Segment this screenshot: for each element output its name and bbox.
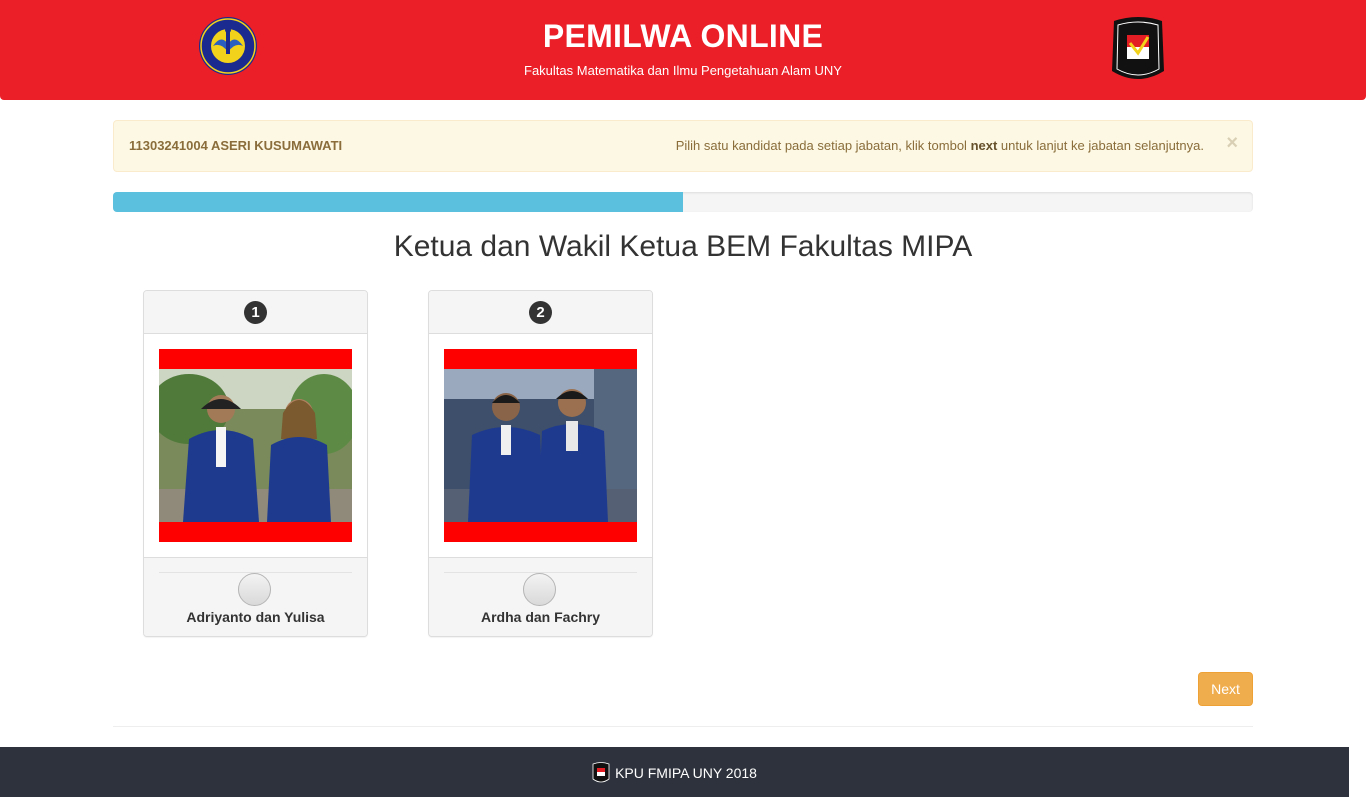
candidate-photo	[159, 349, 352, 542]
close-icon[interactable]: ×	[1226, 133, 1238, 153]
candidate-card-header: 2	[429, 291, 652, 334]
footer-text: KPU FMIPA UNY 2018	[615, 765, 757, 781]
voter-identity: 11303241004 ASERI KUSUMAWATI	[129, 138, 343, 153]
progress-fill	[113, 192, 683, 212]
candidate-card-2[interactable]: 2 Ardha dan Fachry	[428, 290, 653, 637]
candidate-name: Ardha dan Fachry	[480, 609, 601, 625]
instruction-text-before: Pilih satu kandidat pada setiap jabatan,…	[675, 138, 971, 153]
instruction-text-bold: next	[970, 138, 998, 153]
footer: KPU FMIPA UNY 2018	[0, 747, 1349, 797]
kpu-fmipa-logo-icon	[592, 762, 610, 783]
progress-bar	[113, 192, 1253, 212]
instruction-text: Pilih satu kandidat pada setiap jabatan,…	[676, 138, 1204, 153]
candidate-name: Adriyanto dan Yulisa	[186, 609, 325, 625]
candidate-photo-image	[159, 369, 352, 522]
voter-info-alert: 11303241004 ASERI KUSUMAWATI Pilih satu …	[113, 120, 1253, 172]
candidate-photo	[444, 349, 637, 542]
candidate-photo-image	[444, 369, 637, 522]
candidate-card-footer: Ardha dan Fachry	[429, 557, 652, 636]
candidate-number-badge: 2	[529, 301, 552, 324]
candidate-radio-1[interactable]	[238, 573, 271, 606]
candidate-card-header: 1	[144, 291, 367, 334]
candidate-card-1[interactable]: 1 Adriyanto dan Yulisa	[143, 290, 368, 637]
instruction-text-after: untuk lanjut ke jabatan selanjutnya.	[997, 138, 1204, 153]
next-button[interactable]: Next	[1198, 672, 1253, 706]
divider	[113, 726, 1253, 727]
candidate-card-footer: Adriyanto dan Yulisa	[144, 557, 367, 636]
kpu-fmipa-logo-icon	[1112, 17, 1164, 79]
candidate-number-badge: 1	[244, 301, 267, 324]
footer-content: KPU FMIPA UNY 2018	[0, 762, 1349, 784]
position-title: Ketua dan Wakil Ketua BEM Fakultas MIPA	[393, 230, 973, 263]
header: PEMILWA ONLINE Fakultas Matematika dan I…	[0, 0, 1366, 100]
candidate-radio-2[interactable]	[523, 573, 556, 606]
